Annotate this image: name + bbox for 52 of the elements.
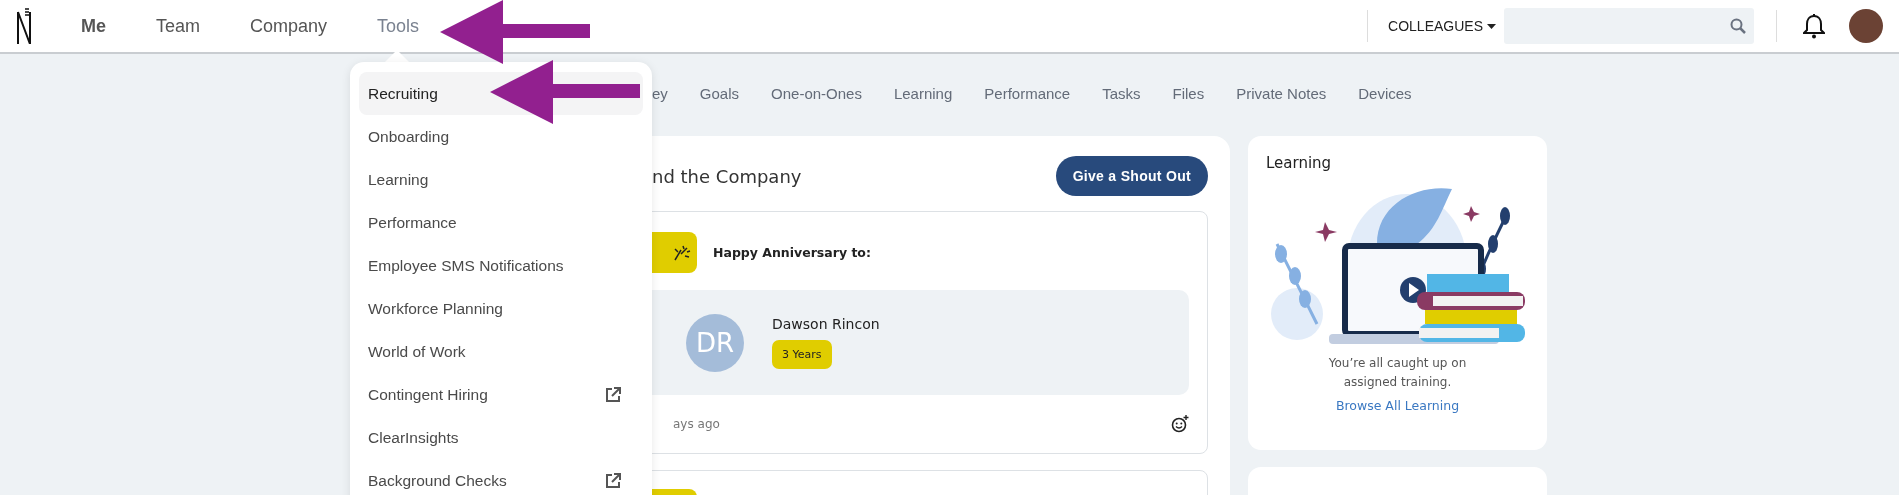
card-title: Learning [1266,154,1332,172]
add-reaction-icon[interactable] [1171,415,1189,433]
menu-item-label: World of Work [368,342,466,361]
external-link-icon [605,472,621,489]
tab[interactable]: Performance [984,84,1071,102]
tab[interactable]: Files [1172,84,1205,102]
logo-icon[interactable] [16,8,32,44]
tab[interactable]: One-on-Ones [771,84,862,102]
tab[interactable]: Private Notes [1236,84,1327,102]
menu-item-label: Recruiting [368,84,438,103]
menu-item[interactable]: World of Work [359,330,643,373]
menu-item-label: ClearInsights [368,428,459,447]
nav-link[interactable]: Team [156,15,201,37]
tab[interactable]: Devices [1358,84,1412,102]
post-time: ays ago [673,417,720,431]
menu-item[interactable]: Workforce Planning [359,287,643,330]
tab[interactable]: Goals [699,84,740,102]
menu-item-label: Performance [368,213,457,232]
person-name: Dawson Rincon [772,316,880,332]
status-message: You’re all caught up on assigned training. [1327,355,1468,391]
menu-item-label: Onboarding [368,127,449,146]
tab[interactable]: Learning [893,84,953,102]
menu-item-label: Contingent Hiring [368,385,488,404]
shout-out-button[interactable]: Give a Shout Out [1055,156,1208,196]
menu-item-label: Workforce Planning [368,299,503,318]
search-field[interactable] [1504,8,1754,44]
menu-item[interactable]: Employee SMS Notifications [359,244,643,287]
menu-item-label: Employee SMS Notifications [368,256,564,275]
caret-icon [1487,23,1496,29]
external-link-icon [605,386,621,403]
scope-dropdown[interactable]: COLLEAGUES [1368,18,1504,34]
initials-avatar: DR [686,313,744,372]
menu-item[interactable]: Onboarding [359,115,643,158]
menu-item[interactable]: Contingent Hiring [359,373,643,416]
menu-item-label: Learning [368,170,429,189]
nav-link[interactable]: Company [250,15,328,37]
card-title: nd the Company [652,165,802,187]
search-icon [1730,18,1746,34]
tab[interactable]: ey [652,84,668,102]
menu-item[interactable]: Background Checks [359,459,643,495]
menu-item[interactable]: Performance [359,201,643,244]
years-badge: 3 Years [772,340,832,369]
tab[interactable]: Tasks [1102,84,1141,102]
nav-link[interactable]: Me [81,15,106,37]
notification-bell-icon[interactable] [1803,13,1825,39]
post-heading: Happy Anniversary to: [713,245,871,260]
menu-item[interactable]: Learning [359,158,643,201]
avatar-placeholder[interactable] [1849,9,1883,43]
menu-item[interactable]: ClearInsights [359,416,643,459]
browse-learning-link[interactable]: Browse All Learning [1335,398,1460,413]
nav-link[interactable]: Tools [377,15,420,37]
menu-item-label: Background Checks [368,471,507,490]
